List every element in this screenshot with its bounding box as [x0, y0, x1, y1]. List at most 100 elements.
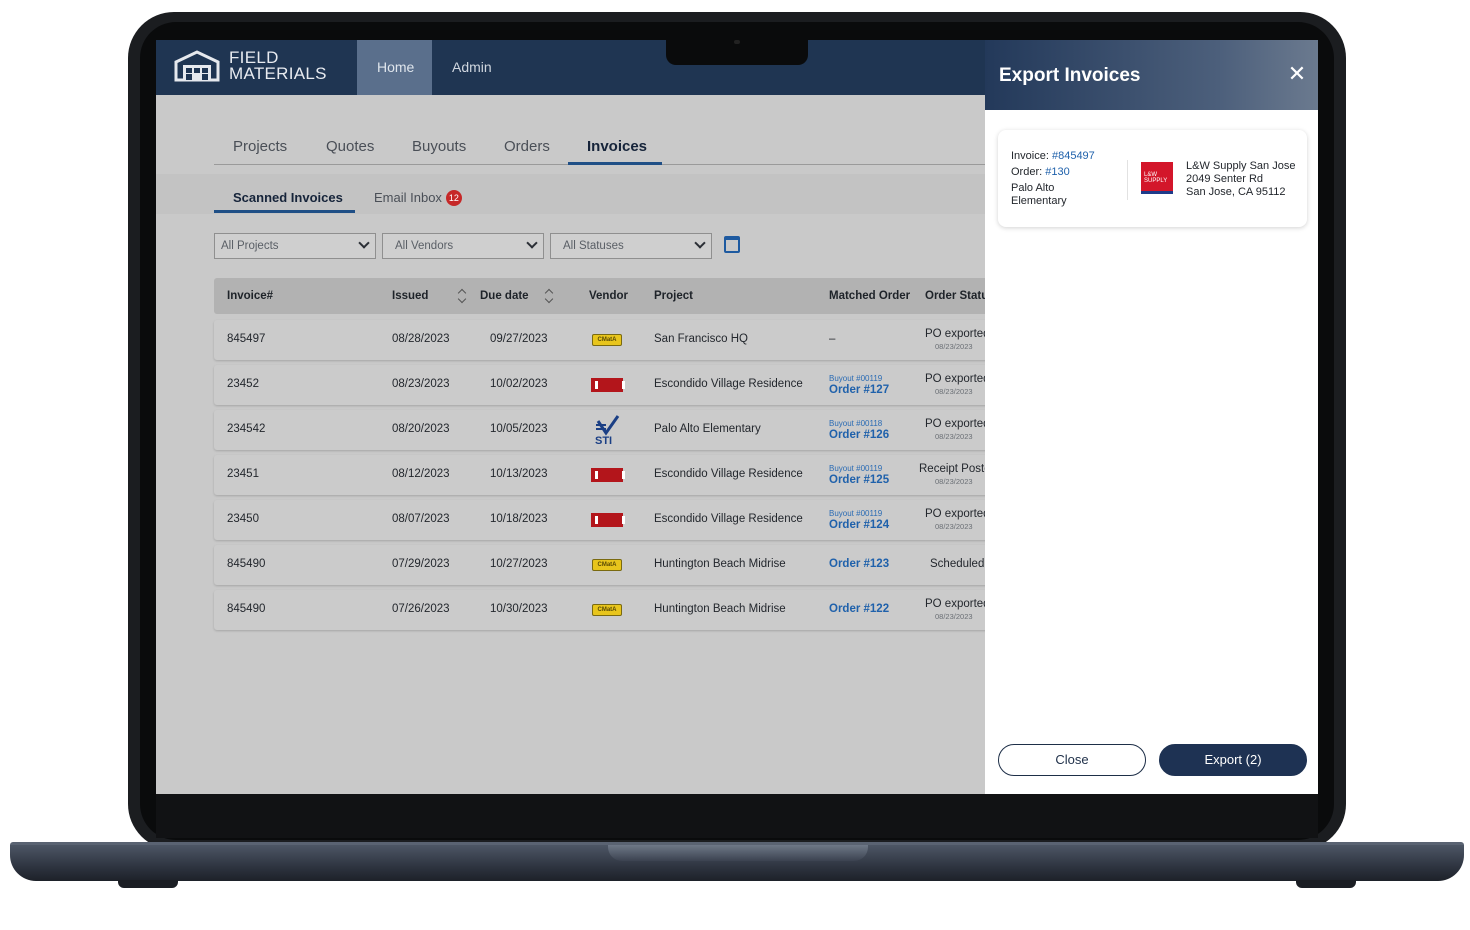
app-logo[interactable]: FIELD MATERIALS: [174, 49, 327, 83]
invoice-number: 23452: [227, 378, 259, 390]
issued-date: 08/12/2023: [392, 468, 450, 480]
invoice-number: 845497: [227, 333, 266, 345]
vendor-name: L&W Supply San Jose: [1186, 160, 1296, 172]
tab-projects[interactable]: Projects: [233, 138, 287, 155]
close-icon[interactable]: ✕: [1286, 63, 1308, 85]
issued-date: 08/20/2023: [392, 423, 450, 435]
order-status: PO exported: [925, 328, 990, 340]
table-header: Invoice# Issued Due date Vendor Project …: [214, 278, 1014, 314]
logo-line-2: MATERIALS: [229, 64, 327, 83]
calendar-icon[interactable]: [724, 236, 740, 253]
nav-home[interactable]: Home: [357, 40, 432, 95]
order-status-date: 08/23/2023: [935, 342, 973, 351]
vendor-logo-yellow: CMatA: [592, 559, 622, 571]
tab-orders[interactable]: Orders: [504, 138, 550, 155]
col-issued[interactable]: Issued: [392, 290, 428, 302]
export-button[interactable]: Export (2): [1159, 744, 1307, 776]
vendor-address-2: San Jose, CA 95112: [1186, 186, 1286, 198]
sti-logo-text: STI: [595, 435, 612, 445]
table-row[interactable]: 845490 07/26/2023 10/30/2023 CMatA Huntingto…: [214, 590, 1014, 630]
subtab-email-inbox[interactable]: Email Inbox 12: [374, 190, 462, 206]
buyout-link[interactable]: Buyout #00119: [829, 509, 882, 518]
project-name: Huntington Beach Midrise: [654, 603, 786, 615]
col-project[interactable]: Project: [654, 290, 693, 302]
active-subtab-indicator: [214, 210, 355, 213]
warehouse-icon: [174, 50, 220, 82]
card-order-line: Order: #130: [1011, 166, 1070, 178]
table-row[interactable]: 23450 08/07/2023 10/18/2023 Escondido Villa…: [214, 500, 1014, 540]
vendors-filter[interactable]: All Vendors: [382, 233, 544, 259]
order-link[interactable]: Order #122: [829, 603, 889, 615]
due-date: 10/18/2023: [490, 513, 548, 525]
subtab-email-label: Email Inbox: [374, 190, 442, 205]
buyout-link[interactable]: Buyout #00118: [829, 419, 882, 428]
card-invoice-label: Invoice:: [1011, 150, 1052, 162]
invoice-number: 845490: [227, 558, 266, 570]
order-status-date: 08/23/2023: [935, 387, 973, 396]
vendor-logo-yellow: CMatA: [592, 334, 622, 346]
order-link[interactable]: Order #127: [829, 384, 889, 396]
order-status-date: 08/23/2023: [935, 432, 973, 441]
laptop-chin: [156, 794, 1318, 838]
issued-date: 08/07/2023: [392, 513, 450, 525]
projects-filter-value: All Projects: [221, 240, 279, 252]
col-due-date[interactable]: Due date: [480, 290, 529, 302]
due-date: 10/27/2023: [490, 558, 548, 570]
card-invoice-line: Invoice: #845497: [1011, 150, 1095, 162]
tab-quotes[interactable]: Quotes: [326, 138, 374, 155]
order-status-date: 08/23/2023: [935, 612, 973, 621]
order-status: PO exported: [925, 373, 990, 385]
invoice-number: 845490: [227, 603, 266, 615]
vendor-logo-red: [591, 468, 625, 482]
col-invoice[interactable]: Invoice#: [227, 290, 273, 302]
col-matched-order[interactable]: Matched Order: [829, 290, 910, 302]
due-date: 09/27/2023: [490, 333, 548, 345]
vendors-filter-value: All Vendors: [395, 240, 454, 252]
due-date: 10/05/2023: [490, 423, 548, 435]
table-row[interactable]: 23452 08/23/2023 10/02/2023 Escondido Villa…: [214, 365, 1014, 405]
projects-filter[interactable]: All Projects: [214, 233, 376, 259]
screen: FIELD MATERIALS Home Admin Projects Quot…: [156, 40, 1318, 794]
tab-buyouts[interactable]: Buyouts: [412, 138, 466, 155]
order-link[interactable]: Order #123: [829, 558, 889, 570]
export-invoices-panel: Export Invoices ✕ Invoice: #845497 Order…: [985, 40, 1318, 794]
project-name: Escondido Village Residence: [654, 378, 803, 390]
vendor-logo-yellow: CMatA: [592, 604, 622, 616]
vendor-address-1: 2049 Senter Rd: [1186, 173, 1264, 185]
project-name: Palo Alto Elementary: [654, 423, 761, 435]
buyout-link[interactable]: Buyout #00119: [829, 464, 882, 473]
card-order-link[interactable]: #130: [1045, 166, 1069, 178]
lw-logo-text-2: SUPPLY: [1144, 178, 1168, 184]
active-tab-indicator: [568, 162, 662, 165]
order-link[interactable]: Order #126: [829, 429, 889, 441]
sort-icon[interactable]: [458, 288, 466, 304]
order-status: Scheduled: [930, 558, 985, 570]
due-date: 10/30/2023: [490, 603, 548, 615]
chevron-down-icon: [358, 237, 370, 249]
nav-admin[interactable]: Admin: [432, 40, 512, 95]
order-link[interactable]: Order #124: [829, 519, 889, 531]
camera-icon: [734, 40, 740, 44]
lw-supply-logo: L&W SUPPLY: [1141, 162, 1173, 194]
logo-text: FIELD MATERIALS: [229, 49, 327, 83]
table-row[interactable]: 845497 08/28/2023 09/27/2023 CMatA San Franc…: [214, 320, 1014, 360]
order-link[interactable]: Order #125: [829, 474, 889, 486]
main-tabs: Projects Quotes Buyouts Orders Invoices: [214, 138, 988, 165]
invoice-number: 23450: [227, 513, 259, 525]
project-name: Escondido Village Residence: [654, 468, 803, 480]
table-row[interactable]: 23451 08/12/2023 10/13/2023 Escondido Villa…: [214, 455, 1014, 495]
laptop-foot-right: [1296, 880, 1356, 888]
buyout-link[interactable]: Buyout #00119: [829, 374, 882, 383]
card-invoice-link[interactable]: #845497: [1052, 150, 1095, 162]
close-button[interactable]: Close: [998, 744, 1146, 776]
sort-icon[interactable]: [545, 288, 553, 304]
table-row[interactable]: 234542 08/20/2023 10/05/2023 STI Palo Alto E…: [214, 410, 1014, 450]
tab-invoices[interactable]: Invoices: [587, 138, 647, 155]
statuses-filter[interactable]: All Statuses: [550, 233, 712, 259]
subtab-scanned-invoices[interactable]: Scanned Invoices: [233, 190, 343, 205]
col-vendor[interactable]: Vendor: [589, 290, 628, 302]
project-name: Huntington Beach Midrise: [654, 558, 786, 570]
chevron-down-icon: [694, 237, 706, 249]
table-row[interactable]: 845490 07/29/2023 10/27/2023 CMatA Huntingto…: [214, 545, 1014, 585]
issued-date: 07/29/2023: [392, 558, 450, 570]
